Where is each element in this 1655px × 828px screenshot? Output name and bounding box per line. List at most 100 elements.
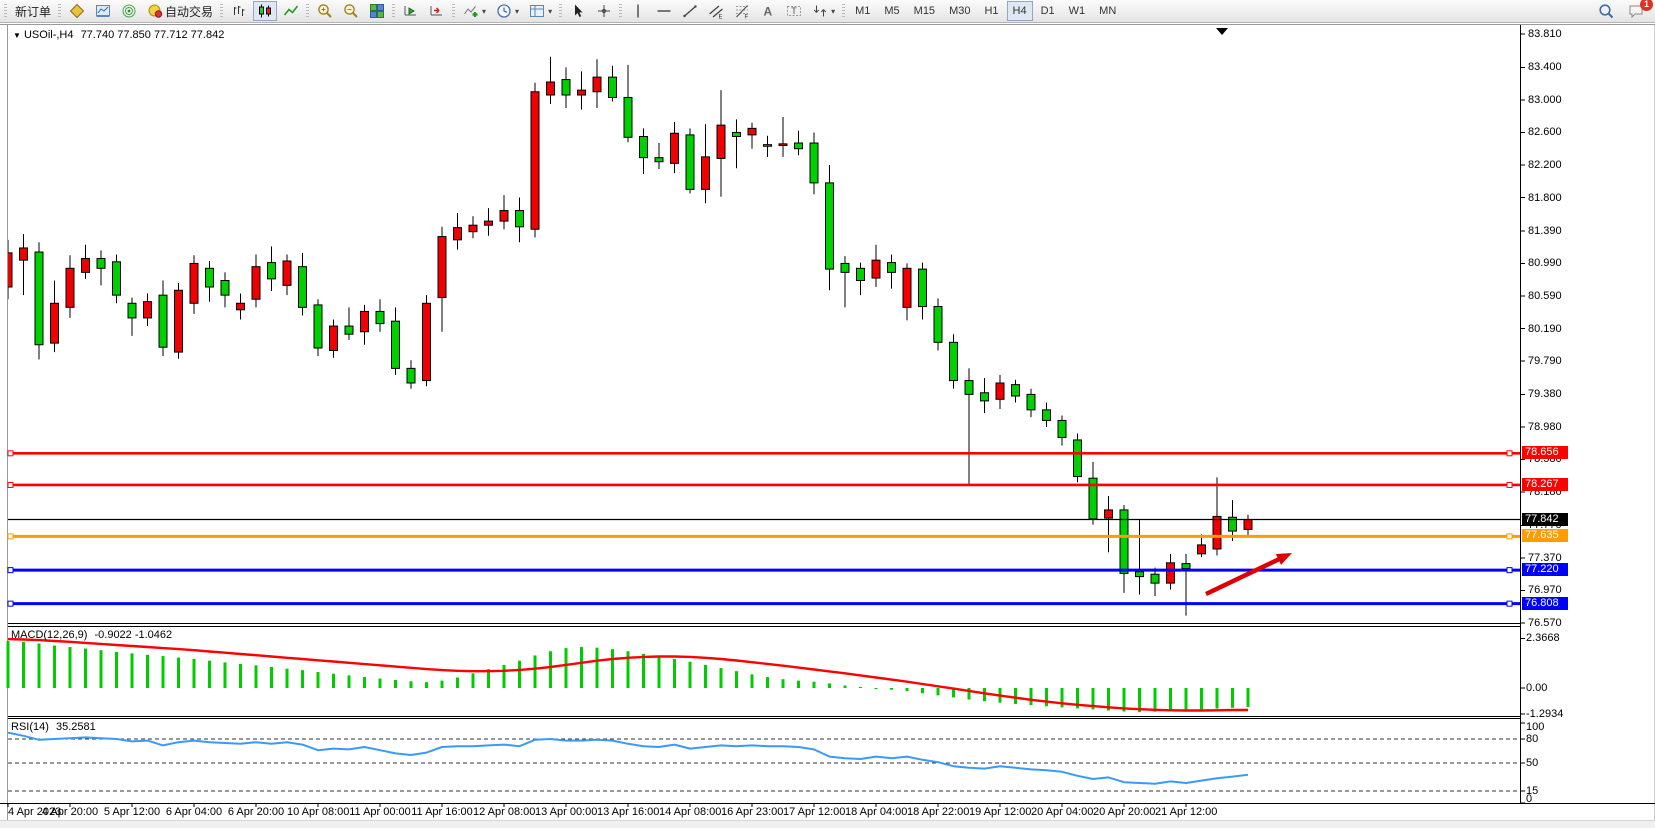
chart-shift-button[interactable] — [425, 1, 449, 21]
toolbar: 新订单 自动交易 ▾ ▾ ▾ E FA T ▾ M1M5 M15 M30 H1 H4 D1 W1 MN 1 — [0, 0, 1655, 23]
zoom-out-icon — [343, 3, 359, 19]
toolbar-grip — [220, 4, 223, 18]
bar-chart-button[interactable] — [227, 1, 251, 21]
vertical-line-button[interactable] — [626, 1, 650, 21]
time-axis-label: 6 Apr 04:00 — [163, 806, 225, 818]
autotrading-button[interactable]: 自动交易 — [143, 1, 217, 21]
svg-text:A: A — [764, 5, 773, 19]
price-level-badge: 78.267 — [1522, 478, 1568, 491]
tf-H1-button[interactable]: H1 — [978, 1, 1004, 21]
price-level-badge: 77.842 — [1522, 513, 1568, 526]
dropdown-caret-icon: ▾ — [548, 7, 552, 16]
horizontal-line-icon — [656, 3, 672, 19]
tf-D1-label: D1 — [1041, 5, 1055, 17]
price-axis-label: 80.590 — [1528, 290, 1562, 302]
templates-icon — [529, 3, 545, 19]
svg-text:T: T — [791, 6, 797, 16]
price-axis-label: 80.990 — [1528, 257, 1562, 269]
zoom-in-icon — [317, 3, 333, 19]
cursor-button[interactable] — [566, 1, 590, 21]
charts-profile-button[interactable] — [65, 1, 89, 21]
label-button[interactable]: T — [782, 1, 806, 21]
auto-scroll-button[interactable] — [399, 1, 423, 21]
tf-MN-label: MN — [1099, 5, 1116, 17]
price-level-badge: 77.220 — [1522, 563, 1568, 576]
tf-H1-label: H1 — [984, 5, 998, 17]
one-click-trading-arrow-icon[interactable]: ▼ — [13, 31, 21, 40]
search-button[interactable] — [1594, 1, 1618, 21]
market-watch-button[interactable] — [91, 1, 115, 21]
time-axis-label: 11 Apr 16:00 — [411, 806, 473, 818]
dropdown-caret-icon: ▾ — [515, 7, 519, 16]
new-order-label: 新订单 — [15, 3, 51, 20]
crosshair-icon — [596, 3, 612, 19]
price-chart[interactable] — [0, 0, 1655, 827]
time-axis-label: 19 Apr 12:00 — [969, 806, 1031, 818]
dropdown-caret-icon: ▾ — [482, 7, 486, 16]
tf-H4-label: H4 — [1013, 5, 1027, 17]
equidistant-channel-icon: E — [708, 3, 724, 19]
zoom-out-button[interactable] — [339, 1, 363, 21]
tf-M30-button[interactable]: M30 — [943, 1, 976, 21]
price-axis-label: 83.810 — [1528, 28, 1562, 40]
tf-M15-button[interactable]: M15 — [908, 1, 941, 21]
time-axis-label: 14 Apr 08:00 — [659, 806, 721, 818]
tf-M5-button[interactable]: M5 — [878, 1, 905, 21]
periods-button[interactable]: ▾ — [492, 1, 523, 21]
indicators-button[interactable]: ▾ — [459, 1, 490, 21]
trendline-icon — [682, 3, 698, 19]
toolbar-grip — [306, 4, 309, 18]
signals-button[interactable] — [117, 1, 141, 21]
charts-profile-icon — [69, 3, 85, 19]
toolbar-grip — [58, 4, 61, 18]
new-order-button[interactable]: 新订单 — [11, 1, 55, 21]
price-axis-label: 78.980 — [1528, 421, 1562, 433]
notifications-button[interactable]: 1 — [1624, 1, 1648, 21]
timeframe-group: M1M5 M15 M30 H1 H4 D1 W1 MN — [840, 0, 1123, 22]
time-axis-label: 11 Apr 00:00 — [349, 806, 411, 818]
toolbar-group — [304, 0, 390, 22]
tile-windows-icon — [369, 3, 385, 19]
fibonacci-icon: F — [734, 3, 750, 19]
tf-D1-button[interactable]: D1 — [1035, 1, 1061, 21]
price-level-badge: 78.656 — [1522, 446, 1568, 459]
templates-button[interactable]: ▾ — [525, 1, 556, 21]
tf-M1-button[interactable]: M1 — [849, 1, 876, 21]
toolbar-group — [390, 0, 450, 22]
tile-windows-button[interactable] — [365, 1, 389, 21]
tf-W1-button[interactable]: W1 — [1063, 1, 1092, 21]
toolbar-grip — [4, 4, 7, 18]
signals-icon — [121, 3, 137, 19]
rsi-axis-label: 80 — [1526, 733, 1538, 745]
bar-chart-icon — [231, 3, 247, 19]
time-axis-label: 5 Apr 12:00 — [101, 806, 163, 818]
equidistant-channel-button[interactable]: E — [704, 1, 728, 21]
zoom-in-button[interactable] — [313, 1, 337, 21]
line-chart-button[interactable] — [279, 1, 303, 21]
search-icon — [1598, 3, 1614, 19]
symbol-ohlc-overlay: ▼ USOil-,H4 77.740 77.850 77.712 77.842 — [13, 29, 224, 41]
svg-text:E: E — [719, 15, 723, 20]
price-level-badge: 77.635 — [1522, 529, 1568, 542]
fibonacci-button[interactable]: F — [730, 1, 754, 21]
horizontal-line-button[interactable] — [652, 1, 676, 21]
candlestick-chart-button[interactable] — [253, 1, 277, 21]
cursor-icon — [570, 3, 586, 19]
symbol-period-label: USOil-,H4 — [24, 29, 74, 41]
mt4-window: 新订单 自动交易 ▾ ▾ ▾ E FA T ▾ M1M5 M15 M30 H1 H4 D1 W1 MN 1 ▼ U… — [0, 0, 1655, 827]
price-axis-label: 76.970 — [1528, 584, 1562, 596]
shapes-button[interactable]: ▾ — [808, 1, 839, 21]
market-watch-icon — [95, 3, 111, 19]
candlestick-chart-icon — [257, 3, 273, 19]
text-button[interactable]: A — [756, 1, 780, 21]
label-icon: T — [786, 3, 802, 19]
tf-H4-button[interactable]: H4 — [1007, 1, 1033, 21]
line-chart-icon — [283, 3, 299, 19]
tf-M15-label: M15 — [914, 5, 935, 17]
macd-axis-label: 2.3668 — [1526, 632, 1560, 644]
rsi-axis-label: 0 — [1526, 793, 1532, 805]
trendline-button[interactable] — [678, 1, 702, 21]
tf-MN-button[interactable]: MN — [1093, 1, 1122, 21]
crosshair-button[interactable] — [592, 1, 616, 21]
price-axis-label: 81.800 — [1528, 192, 1562, 204]
